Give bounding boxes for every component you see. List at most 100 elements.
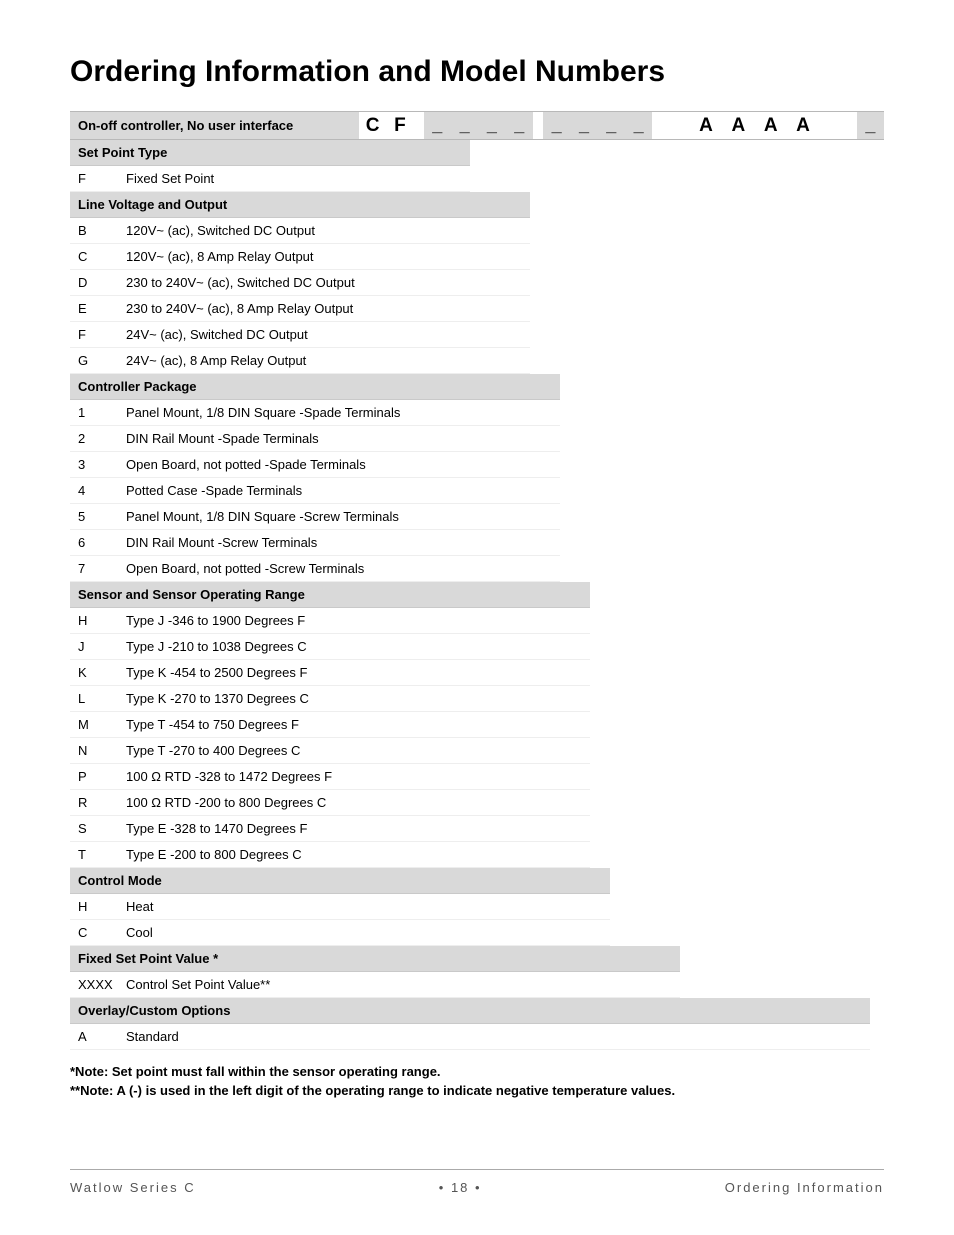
option-code: C — [78, 925, 126, 940]
option-label: Panel Mount, 1/8 DIN Square -Screw Termi… — [126, 509, 552, 524]
option-label: Type K -270 to 1370 Degrees C — [126, 691, 582, 706]
table-row: 7Open Board, not potted -Screw Terminals — [70, 556, 560, 582]
table-row: F24V~ (ac), Switched DC Output — [70, 322, 530, 348]
model-number-row: On-off controller, No user interface C F… — [70, 111, 884, 140]
option-label: 24V~ (ac), Switched DC Output — [126, 327, 522, 342]
option-label: Cool — [126, 925, 602, 940]
section: Sensor and Sensor Operating Range HType J… — [70, 582, 590, 868]
option-code: 3 — [78, 457, 126, 472]
option-label: Open Board, not potted -Spade Terminals — [126, 457, 552, 472]
section-header: Set Point Type — [70, 140, 470, 166]
table-row: 6DIN Rail Mount -Screw Terminals — [70, 530, 560, 556]
table-row: R100 Ω RTD -200 to 800 Degrees C — [70, 790, 590, 816]
notes: *Note: Set point must fall within the se… — [70, 1064, 884, 1098]
model-slot: _ — [598, 112, 625, 139]
model-fixed-1: F — [386, 112, 413, 139]
spacer — [652, 112, 692, 139]
option-code: 1 — [78, 405, 126, 420]
model-slot: _ — [451, 112, 478, 139]
option-label: Type J -346 to 1900 Degrees F — [126, 613, 582, 628]
option-code: 7 — [78, 561, 126, 576]
footer-page-number: • 18 • — [439, 1180, 482, 1195]
option-label: DIN Rail Mount -Spade Terminals — [126, 431, 552, 446]
table-row: NType T -270 to 400 Degrees C — [70, 738, 590, 764]
section: Fixed Set Point Value *XXXXControl Set P… — [70, 946, 680, 998]
option-label: 230 to 240V~ (ac), Switched DC Output — [126, 275, 522, 290]
note-1: *Note: Set point must fall within the se… — [70, 1064, 884, 1079]
table-row: HHeat — [70, 894, 610, 920]
table-row: E230 to 240V~ (ac), 8 Amp Relay Output — [70, 296, 530, 322]
section-header: Sensor and Sensor Operating Range — [70, 582, 590, 608]
table-row: D230 to 240V~ (ac), Switched DC Output — [70, 270, 530, 296]
table-row: AStandard — [70, 1024, 870, 1050]
option-label: 100 Ω RTD -200 to 800 Degrees C — [126, 795, 582, 810]
option-label: Standard — [126, 1029, 862, 1044]
overlay-slot: A — [725, 112, 752, 139]
table-row: LType K -270 to 1370 Degrees C — [70, 686, 590, 712]
footer-right: Ordering Information — [725, 1180, 884, 1195]
model-slot: _ — [570, 112, 597, 139]
model-slot: _ — [478, 112, 505, 139]
option-code: 6 — [78, 535, 126, 550]
table-row: 3Open Board, not potted -Spade Terminals — [70, 452, 560, 478]
overlay-slot: A — [789, 112, 816, 139]
option-code: XXXX — [78, 977, 126, 992]
section: Set Point TypeFFixed Set Point — [70, 140, 470, 192]
option-label: Type K -454 to 2500 Degrees F — [126, 665, 582, 680]
option-label: Control Set Point Value** — [126, 977, 672, 992]
model-slot: _ — [625, 112, 652, 139]
option-label: 24V~ (ac), 8 Amp Relay Output — [126, 353, 522, 368]
model-slot: _ — [543, 112, 570, 139]
overlay-slot: A — [757, 112, 784, 139]
option-code: J — [78, 639, 126, 654]
option-label: Type J -210 to 1038 Degrees C — [126, 639, 582, 654]
table-row: P100 Ω RTD -328 to 1472 Degrees F — [70, 764, 590, 790]
option-code: A — [78, 1029, 126, 1044]
model-slot: _ — [506, 112, 533, 139]
option-code: R — [78, 795, 126, 810]
table-row: MType T -454 to 750 Degrees F — [70, 712, 590, 738]
table-row: 4Potted Case -Spade Terminals — [70, 478, 560, 504]
option-label: 230 to 240V~ (ac), 8 Amp Relay Output — [126, 301, 522, 316]
table-row: XXXXControl Set Point Value** — [70, 972, 680, 998]
option-code: B — [78, 223, 126, 238]
option-code: T — [78, 847, 126, 862]
table-row: JType J -210 to 1038 Degrees C — [70, 634, 590, 660]
footer-left: Watlow Series C — [70, 1180, 196, 1195]
page: Ordering Information and Model Numbers O… — [0, 0, 954, 1235]
option-label: Heat — [126, 899, 602, 914]
option-label: Type E -328 to 1470 Degrees F — [126, 821, 582, 836]
option-code: D — [78, 275, 126, 290]
model-slot: _ — [857, 112, 884, 139]
option-label: Type E -200 to 800 Degrees C — [126, 847, 582, 862]
table-row: B120V~ (ac), Switched DC Output — [70, 218, 530, 244]
section-header: Controller Package — [70, 374, 560, 400]
option-code: H — [78, 899, 126, 914]
option-label: Panel Mount, 1/8 DIN Square -Spade Termi… — [126, 405, 552, 420]
model-fixed-0: C — [359, 112, 386, 139]
section-header: Line Voltage and Output — [70, 192, 530, 218]
table-row: TType E -200 to 800 Degrees C — [70, 842, 590, 868]
overlay-slot: A — [692, 112, 719, 139]
table-row: G24V~ (ac), 8 Amp Relay Output — [70, 348, 530, 374]
option-code: H — [78, 613, 126, 628]
option-label: Potted Case -Spade Terminals — [126, 483, 552, 498]
page-footer: Watlow Series C • 18 • Ordering Informat… — [70, 1169, 884, 1195]
model-description: On-off controller, No user interface — [70, 112, 359, 139]
note-2: **Note: A (-) is used in the left digit … — [70, 1083, 884, 1098]
option-label: Type T -270 to 400 Degrees C — [126, 743, 582, 758]
option-code: G — [78, 353, 126, 368]
spacer — [817, 112, 857, 139]
option-code: C — [78, 249, 126, 264]
table-row: 5Panel Mount, 1/8 DIN Square -Screw Term… — [70, 504, 560, 530]
option-label: Type T -454 to 750 Degrees F — [126, 717, 582, 732]
section: Controller Package1Panel Mount, 1/8 DIN … — [70, 374, 560, 582]
section: Control ModeHHeatCCool — [70, 868, 610, 946]
page-title: Ordering Information and Model Numbers — [70, 55, 884, 89]
spacer — [533, 112, 543, 139]
table-row: SType E -328 to 1470 Degrees F — [70, 816, 590, 842]
table-row: 1Panel Mount, 1/8 DIN Square -Spade Term… — [70, 400, 560, 426]
sections-container: Set Point TypeFFixed Set PointLine Volta… — [70, 140, 884, 1050]
section-header: Control Mode — [70, 868, 610, 894]
table-row: 2DIN Rail Mount -Spade Terminals — [70, 426, 560, 452]
